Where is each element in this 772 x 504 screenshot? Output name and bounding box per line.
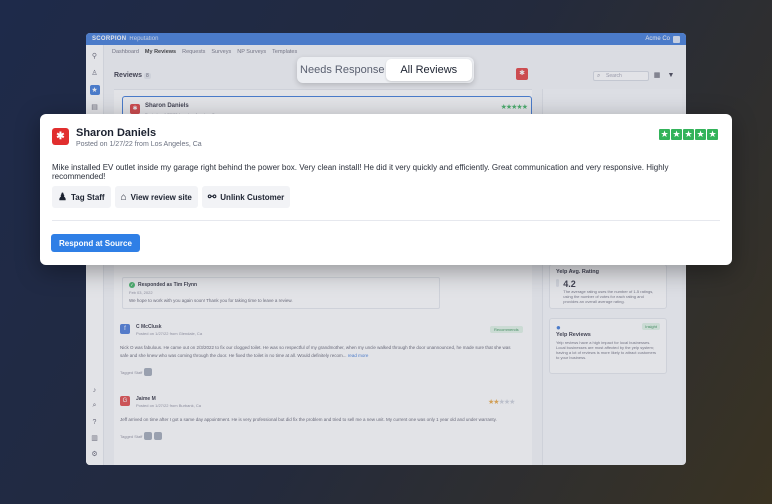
review-filter-toggle: Needs Response All Reviews	[297, 57, 474, 83]
view-review-site-button[interactable]: ⌂ View review site	[114, 186, 198, 208]
yelp-icon: ✱	[52, 128, 69, 145]
respond-at-source-button[interactable]: Respond at Source	[51, 234, 140, 252]
review-meta: Posted on 1/27/22 from Los Angeles, Ca	[76, 141, 202, 148]
star-icon: ★	[659, 129, 670, 140]
store-icon: ⌂	[120, 191, 127, 203]
view-review-site-label: View review site	[130, 192, 192, 202]
tag-staff-button[interactable]: ♟ Tag Staff	[52, 186, 111, 208]
star-icon: ★	[707, 129, 718, 140]
star-icon: ★	[671, 129, 682, 140]
tab-needs-response[interactable]: Needs Response	[299, 59, 386, 81]
review-text: Mike installed EV outlet inside my garag…	[52, 163, 669, 181]
unlink-customer-button[interactable]: ⚯ Unlink Customer	[201, 186, 291, 208]
featured-review-card: ✱ Sharon Daniels Posted on 1/27/22 from …	[40, 114, 732, 265]
divider	[52, 220, 720, 221]
star-icon: ★	[683, 129, 694, 140]
tag-staff-label: Tag Staff	[70, 192, 105, 202]
star-rating: ★ ★ ★ ★ ★	[659, 129, 718, 140]
review-actions: ♟ Tag Staff ⌂ View review site ⚯ Unlink …	[52, 186, 291, 208]
unlink-icon: ⚯	[207, 191, 217, 203]
tab-all-reviews[interactable]: All Reviews	[385, 59, 472, 81]
user-tag-icon: ♟	[58, 191, 67, 203]
star-icon: ★	[695, 129, 706, 140]
unlink-customer-label: Unlink Customer	[220, 192, 285, 202]
reviewer-name: Sharon Daniels	[76, 127, 157, 139]
